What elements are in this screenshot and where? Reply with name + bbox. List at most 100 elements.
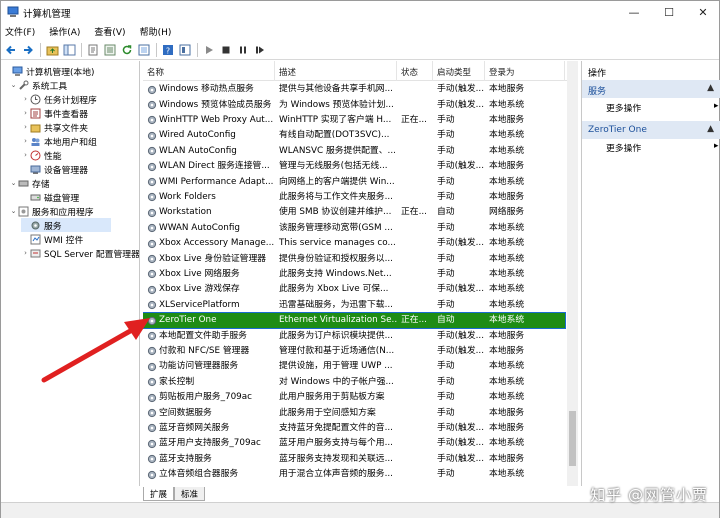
tree-item-performance[interactable]: › 性能 xyxy=(21,148,62,162)
table-row[interactable]: ZeroTier One Ethernet Virtualization Se..… xyxy=(143,311,566,330)
table-row[interactable]: WWAN AutoConfig 该服务管理移动宽带(GSM ... 手动 本地系统 xyxy=(143,221,565,236)
console-tree-icon[interactable] xyxy=(61,42,77,58)
table-row[interactable]: Xbox Live 游戏保存 此服务为 Xbox Live 可保... 手动(触发.… xyxy=(143,282,565,297)
tree-item-system-tools[interactable]: ⌄ 系统工具 xyxy=(9,78,67,92)
up-folder-icon[interactable] xyxy=(44,42,60,58)
chevron-right-icon[interactable]: › xyxy=(21,95,30,103)
service-startup-cell: 手动 xyxy=(437,407,455,418)
export-list-icon[interactable] xyxy=(102,42,118,58)
table-row[interactable]: 空间数据服务 此服务用于空间感知方案 手动 本地服务 xyxy=(143,405,565,420)
help-icon[interactable]: ? xyxy=(160,42,176,58)
table-row[interactable]: XLServicePlatform 迅雷基础服务，为迅雷下载... 手动 本地系统 xyxy=(143,298,565,313)
menu-view[interactable]: 查看(V) xyxy=(94,25,125,38)
service-logon-cell: 本地系统 xyxy=(489,176,525,187)
vertical-scrollbar[interactable] xyxy=(567,61,578,486)
tree-item-computer-management-local[interactable]: 计算机管理(本地) xyxy=(3,64,94,78)
collapse-up-icon[interactable]: ▲ xyxy=(707,124,714,134)
table-row[interactable]: Xbox Live 身份验证管理器 提供身份验证和授权服务以... 手动 本地系统 xyxy=(143,251,565,266)
properties-icon[interactable] xyxy=(85,42,101,58)
column-header-description[interactable]: 描述 xyxy=(275,61,397,81)
start-service-icon[interactable] xyxy=(201,42,217,58)
service-name-cell: 付款和 NFC/SE 管理器 xyxy=(143,344,275,359)
tree-item-shared-folders[interactable]: › 共享文件夹 xyxy=(21,120,88,134)
table-row[interactable]: WinHTTP Web Proxy Aut... WinHTTP 实现了客户端 H… xyxy=(143,113,565,128)
close-button[interactable]: ✕ xyxy=(686,1,720,23)
forward-arrow-icon[interactable] xyxy=(20,42,36,58)
table-row[interactable]: Xbox Accessory Manage... This service man… xyxy=(143,236,565,251)
tree-item-disk-management[interactable]: 磁盘管理 xyxy=(21,190,79,204)
more-actions-services[interactable]: 更多操作 ▸ xyxy=(606,101,718,114)
collapse-up-icon[interactable]: ▲ xyxy=(707,83,714,93)
back-arrow-icon[interactable] xyxy=(3,42,19,58)
table-row[interactable]: 蓝牙支持服务 蓝牙服务支持发现和关联远... 手动(触发... 本地服务 xyxy=(143,452,565,467)
tree-item-device-manager[interactable]: 设备管理器 xyxy=(21,162,88,176)
chevron-down-icon[interactable]: ⌄ xyxy=(9,207,18,215)
tab-standard[interactable]: 标准 xyxy=(174,487,206,501)
tree-item-event-viewer[interactable]: › 事件查看器 xyxy=(21,106,88,120)
minimize-button[interactable]: — xyxy=(617,1,651,23)
table-row[interactable]: Windows 预览体验成员服务为 Windows 预览体验计划... 手动(触发… xyxy=(143,97,565,112)
table-row[interactable]: Work Folders 此服务将与工作文件夹服务... 手动 本地服务 xyxy=(143,190,565,205)
tab-extended[interactable]: 扩展 xyxy=(143,487,175,501)
table-row[interactable]: 本地配置文件助手服务 此服务为订户标识模块提供... 手动(触发... 本地服务 xyxy=(143,328,565,343)
restart-service-icon[interactable] xyxy=(252,42,268,58)
column-header-status[interactable]: 状态 xyxy=(397,61,433,81)
tree-item-storage[interactable]: ⌄ 存储 xyxy=(9,176,50,190)
chevron-down-icon[interactable]: ⌄ xyxy=(9,81,18,89)
menu-file[interactable]: 文件(F) xyxy=(5,25,35,38)
service-name-cell: Windows 移动热点服务 xyxy=(143,82,275,97)
chevron-right-icon[interactable]: › xyxy=(21,249,30,257)
tree-item-services[interactable]: 服务 xyxy=(21,218,111,232)
table-row[interactable]: Workstation 使用 SMB 协议创建并维护... 正在... 自动 网络服务 xyxy=(143,205,565,220)
chevron-right-icon[interactable]: › xyxy=(21,123,30,131)
service-logon-cell: 本地服务 xyxy=(489,422,525,433)
service-logon-cell: 本地系统 xyxy=(489,253,525,264)
menu-action[interactable]: 操作(A) xyxy=(49,25,80,38)
sql-server-icon xyxy=(30,249,41,257)
table-row[interactable]: 剪贴板用户服务_709ac 此用户服务用于剪贴板方案 手动 本地系统 xyxy=(143,390,565,405)
tree-item-services-and-applications[interactable]: ⌄ 服务和应用程序 xyxy=(9,204,94,218)
gear-icon xyxy=(147,239,157,248)
table-row[interactable]: 蓝牙用户支持服务_709ac 蓝牙用户服务支持与每个用... 手动(触发... 本地系… xyxy=(143,436,565,451)
menu-help[interactable]: 帮助(H) xyxy=(140,25,172,38)
actions-section-services[interactable]: 服务 ▲ xyxy=(582,80,720,98)
service-startup-cell: 手动 xyxy=(437,469,455,480)
table-row[interactable]: 立体音频组合器服务 用于混合立体声音频的服务... 手动 本地系统 xyxy=(143,467,565,482)
column-header-startup-type[interactable]: 启动类型 xyxy=(433,61,485,81)
table-row[interactable]: Xbox Live 网络服务 此服务支持 Windows.Net... 手动 本地系统 xyxy=(143,267,565,282)
chevron-down-icon[interactable]: ⌄ xyxy=(9,179,18,187)
service-description-cell: 管理与无线服务(包括无线... xyxy=(279,161,388,172)
computer-management-icon xyxy=(7,6,19,17)
table-row[interactable]: WLAN Direct 服务连接管... 管理与无线服务(包括无线... 手动(触发… xyxy=(143,159,565,174)
tree-item-local-users-groups[interactable]: › 本地用户和组 xyxy=(21,134,97,148)
stop-service-icon[interactable] xyxy=(218,42,234,58)
chevron-right-icon[interactable]: › xyxy=(21,109,30,117)
table-row[interactable]: 付款和 NFC/SE 管理器 管理付款和基于近场通信(N... 手动(触发... 本地… xyxy=(143,344,565,359)
table-row[interactable]: Windows 移动热点服务 提供与其他设备共享手机网... 手动(触发... 本地服… xyxy=(143,82,565,97)
table-row[interactable]: WLAN AutoConfig WLANSVC 服务提供配置、... 手动 本地系统 xyxy=(143,144,565,159)
tree-item-wmi-control[interactable]: WMI 控件 xyxy=(21,232,83,246)
view-icon[interactable] xyxy=(136,42,152,58)
scrollbar-thumb[interactable] xyxy=(569,411,576,466)
pause-service-icon[interactable] xyxy=(235,42,251,58)
service-startup-cell: 手动(触发... xyxy=(437,284,485,295)
tree-item-sql-server-config[interactable]: › SQL Server 配置管理器 xyxy=(21,246,139,260)
table-row[interactable]: WMI Performance Adapt... 向网络上的客户端提供 Win..… xyxy=(143,174,565,189)
column-header-log-on-as[interactable]: 登录为 xyxy=(485,61,565,81)
column-header-name[interactable]: 名称 xyxy=(143,61,275,81)
service-startup-cell: 自动 xyxy=(437,315,455,326)
service-status-cell xyxy=(397,144,433,159)
chevron-right-icon[interactable]: › xyxy=(21,151,30,159)
actions-section-zerotier[interactable]: ZeroTier One ▲ xyxy=(582,121,720,139)
snapin-icon[interactable] xyxy=(177,42,193,58)
table-row[interactable]: 家长控制对 Windows 中的子帐户强... 手动 本地系统 xyxy=(143,375,565,390)
table-row[interactable]: 功能访问管理器服务 提供设施，用于管理 UWP ... 手动 本地系统 xyxy=(143,359,565,374)
table-row[interactable]: Wired AutoConfig 有线自动配置(DOT3SVC)... 手动 本地系统 xyxy=(143,128,565,143)
chevron-right-icon[interactable]: › xyxy=(21,137,30,145)
tree-item-task-scheduler[interactable]: › 任务计划程序 xyxy=(21,92,97,106)
refresh-icon[interactable] xyxy=(119,42,135,58)
table-row[interactable]: 蓝牙音频网关服务 支持蓝牙免提配置文件的音... 手动(触发... 本地服务 xyxy=(143,421,565,436)
more-actions-zerotier[interactable]: 更多操作 ▸ xyxy=(606,141,718,154)
maximize-button[interactable]: ☐ xyxy=(652,1,686,23)
service-name-cell: Xbox Live 游戏保存 xyxy=(143,282,275,297)
